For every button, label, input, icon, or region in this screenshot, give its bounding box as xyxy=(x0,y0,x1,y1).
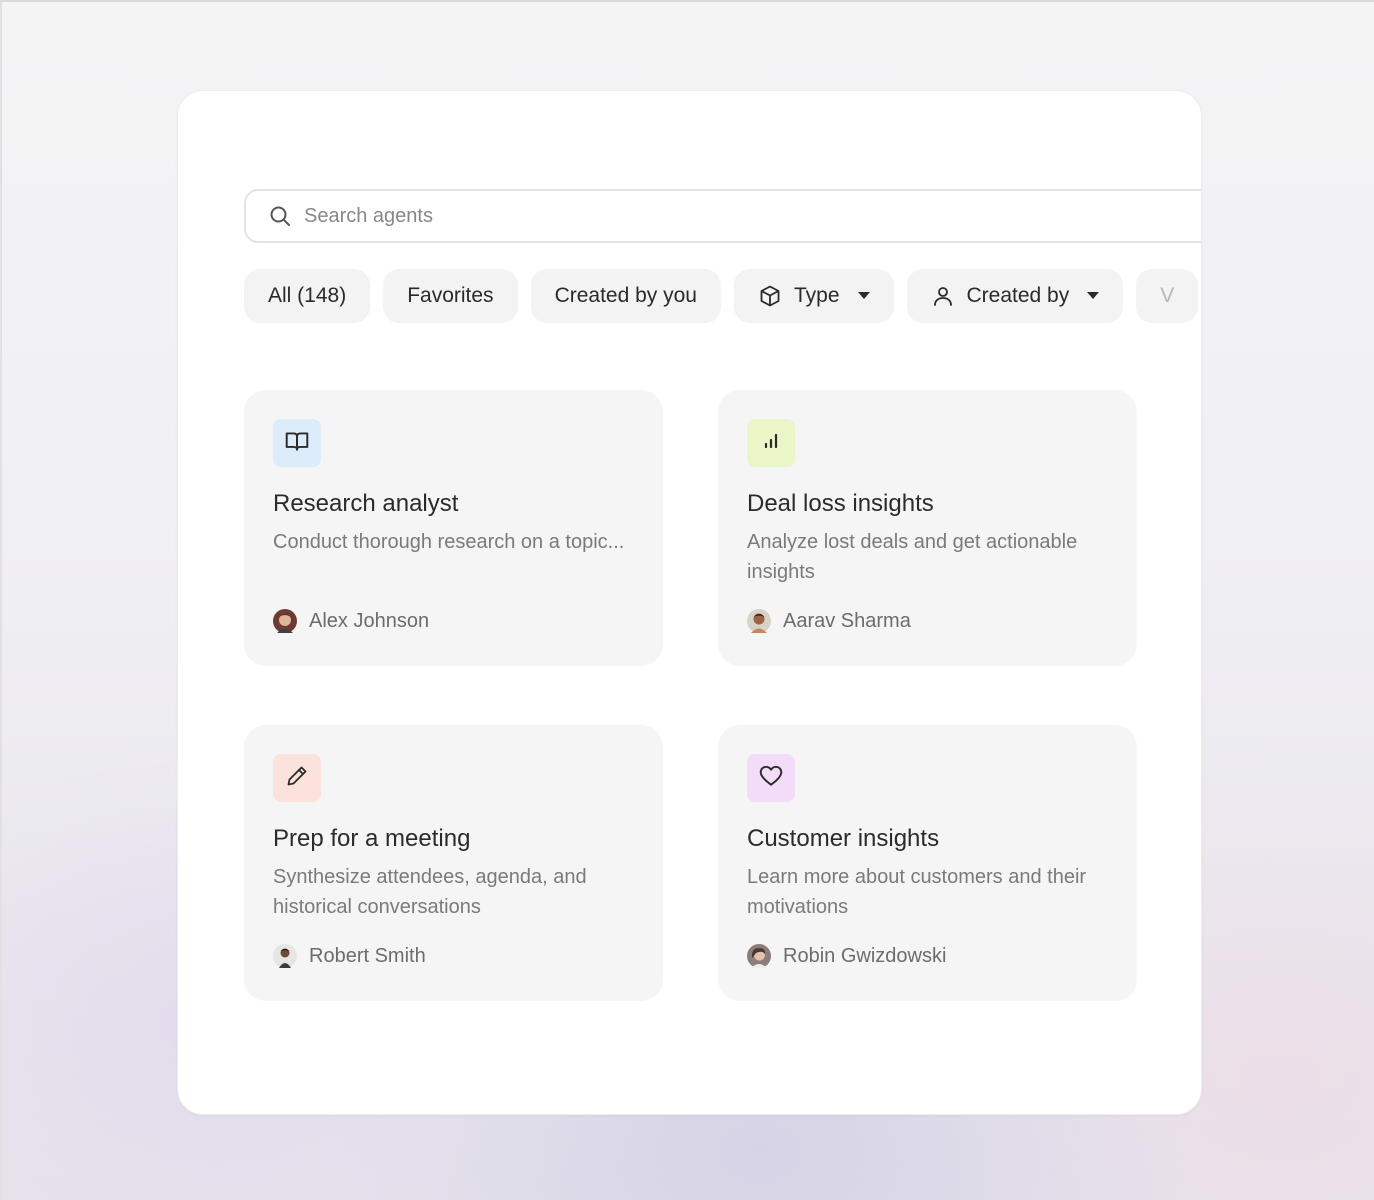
filter-created-by-dropdown[interactable]: Created by xyxy=(906,269,1124,323)
avatar xyxy=(273,609,297,633)
agent-card-deal-loss-insights[interactable]: Deal loss insights Analyze lost deals an… xyxy=(718,390,1137,666)
agent-icon-badge xyxy=(273,754,321,802)
filter-all-label: All (148) xyxy=(268,284,347,307)
filter-type-label: Type xyxy=(793,284,840,307)
agent-icon-badge xyxy=(747,419,795,467)
agent-title: Customer insights xyxy=(747,825,940,852)
agent-title: Research analyst xyxy=(273,490,459,517)
filter-bar: All (148) Favorites Created by you Type xyxy=(244,269,1201,323)
agent-icon-badge xyxy=(273,419,321,467)
caret-down-icon xyxy=(1087,292,1100,300)
filter-created-by-label: Created by xyxy=(966,284,1070,307)
bar-chart-icon xyxy=(759,429,783,458)
book-open-icon xyxy=(284,428,310,459)
agents-panel: All (148) Favorites Created by you Type xyxy=(177,90,1202,1115)
agent-author: Aarav Sharma xyxy=(747,609,1108,633)
avatar xyxy=(747,609,771,633)
agent-title: Prep for a meeting xyxy=(273,825,471,852)
agent-description: Learn more about customers and their mot… xyxy=(747,866,1087,918)
filter-created-by-you-label: Created by you xyxy=(554,284,697,307)
author-name: Robin Gwizdowski xyxy=(783,944,947,967)
filter-more[interactable]: V xyxy=(1136,269,1199,323)
search-bar[interactable] xyxy=(244,189,1201,243)
filter-favorites-label: Favorites xyxy=(407,284,494,307)
author-name: Alex Johnson xyxy=(309,609,430,632)
person-icon xyxy=(931,284,955,308)
filter-all[interactable]: All (148) xyxy=(244,269,371,323)
agent-description: Analyze lost deals and get actionable in… xyxy=(747,531,1078,583)
agent-card-customer-insights[interactable]: Customer insights Learn more about custo… xyxy=(718,725,1137,1001)
cube-icon xyxy=(758,284,782,308)
agent-description: Conduct thorough research on a topic... xyxy=(273,531,625,553)
agent-description: Synthesize attendees, agenda, and histor… xyxy=(273,866,587,918)
agent-author: Robin Gwizdowski xyxy=(747,944,1108,968)
avatar xyxy=(747,944,771,968)
agent-author: Robert Smith xyxy=(273,944,634,968)
agent-card-prep-for-a-meeting[interactable]: Prep for a meeting Synthesize attendees,… xyxy=(244,725,663,1001)
agent-card-research-analyst[interactable]: Research analyst Conduct thorough resear… xyxy=(244,390,663,666)
author-name: Aarav Sharma xyxy=(783,609,911,632)
search-input[interactable] xyxy=(304,204,1004,228)
filter-more-label: V xyxy=(1160,284,1175,307)
agent-author: Alex Johnson xyxy=(273,609,634,633)
pencil-icon xyxy=(285,764,309,793)
heart-icon xyxy=(758,763,784,794)
filter-favorites[interactable]: Favorites xyxy=(383,269,518,323)
caret-down-icon xyxy=(857,292,870,300)
filter-type-dropdown[interactable]: Type xyxy=(733,269,894,323)
search-icon xyxy=(268,204,292,228)
agent-icon-badge xyxy=(747,754,795,802)
filter-created-by-you[interactable]: Created by you xyxy=(530,269,721,323)
avatar xyxy=(273,944,297,968)
agent-title: Deal loss insights xyxy=(747,490,934,517)
author-name: Robert Smith xyxy=(309,944,426,967)
